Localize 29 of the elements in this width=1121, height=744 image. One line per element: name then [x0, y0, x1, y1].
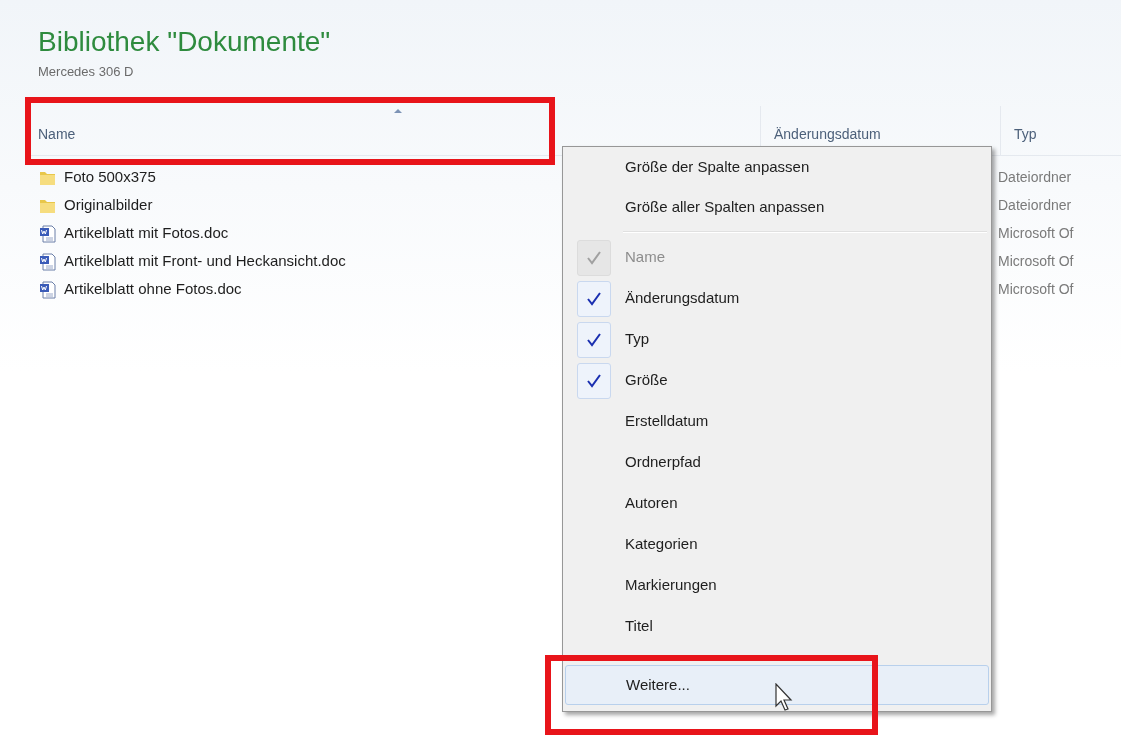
word-document-icon — [38, 223, 58, 244]
file-type: Dateiordner — [998, 168, 1072, 187]
library-subtitle: Mercedes 306 D — [38, 63, 135, 81]
menu-item[interactable]: Typ — [625, 328, 650, 351]
menu-item[interactable]: Titel — [625, 615, 653, 638]
file-name[interactable]: Foto 500x375 — [64, 166, 156, 189]
menu-item[interactable]: Kategorien — [625, 533, 698, 556]
menu-item[interactable]: Autoren — [625, 492, 678, 515]
menu-item[interactable]: Erstelldatum — [625, 410, 709, 433]
file-name[interactable]: Artikelblatt mit Fotos.doc — [64, 222, 229, 245]
file-type: Microsoft Of — [998, 252, 1074, 271]
menu-item[interactable]: Markierungen — [625, 574, 717, 597]
mouse-pointer-icon — [775, 683, 795, 711]
file-name[interactable]: Artikelblatt ohne Fotos.doc — [64, 278, 242, 301]
file-type: Microsoft Of — [998, 280, 1074, 299]
file-name[interactable]: Artikelblatt mit Front- und Heckansicht.doc — [64, 250, 346, 273]
sort-arrow-icon — [392, 107, 403, 114]
menu-item[interactable]: Änderungsdatum — [625, 287, 740, 310]
column-header[interactable]: Typ — [1000, 105, 1120, 155]
menu-item[interactable]: Größe — [625, 369, 668, 392]
word-document-icon — [38, 279, 58, 300]
file-type: Microsoft Of — [998, 224, 1074, 243]
menu-item[interactable]: Ordnerpfad — [625, 451, 701, 474]
menu-item[interactable]: Größe aller Spalten anpassen — [565, 187, 989, 227]
file-type: Dateiordner — [998, 196, 1072, 215]
menu-item[interactable]: Weitere... — [565, 665, 989, 705]
library-title: Bibliothek "Dokumente" — [38, 25, 332, 59]
word-document-icon — [38, 251, 58, 272]
file-name[interactable]: Originalbilder — [64, 194, 153, 217]
